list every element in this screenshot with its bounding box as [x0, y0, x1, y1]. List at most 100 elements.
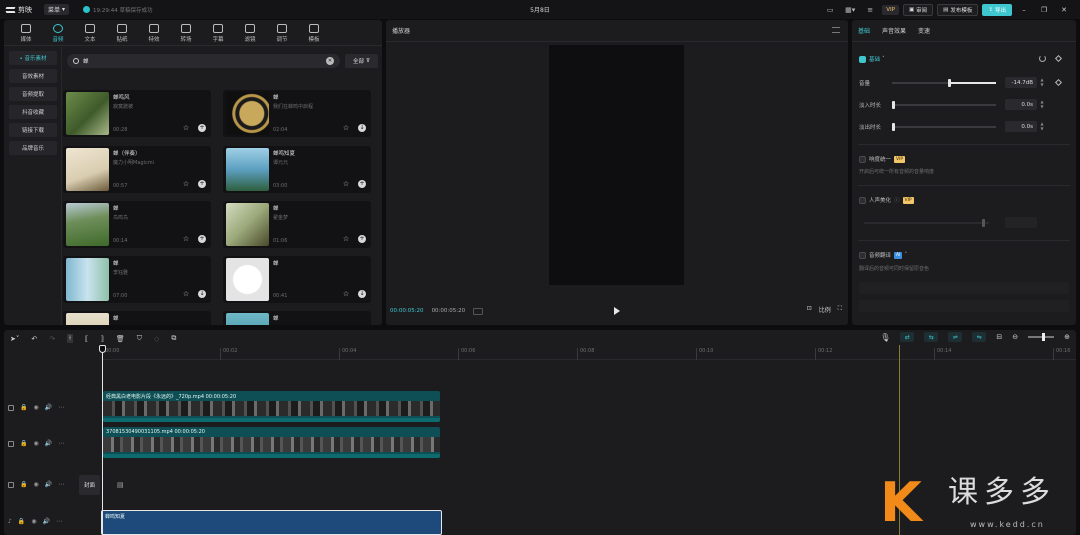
eye-icon[interactable]: ◉: [33, 481, 38, 488]
star-icon[interactable]: ☆: [342, 235, 350, 243]
playhead-handle[interactable]: [99, 345, 106, 353]
fullscreen-icon[interactable]: ⛶: [838, 305, 842, 314]
tab-sound-effect[interactable]: 声音效果: [882, 26, 906, 35]
star-icon[interactable]: ☆: [342, 180, 350, 188]
zoom-slider[interactable]: [1028, 333, 1055, 341]
basic-checkbox[interactable]: [859, 55, 866, 63]
tab-template[interactable]: 模板: [298, 20, 330, 46]
microphone-icon[interactable]: 🎙: [880, 333, 890, 342]
select-tool-icon[interactable]: ➤˅: [10, 335, 19, 343]
clear-icon[interactable]: ✕: [326, 57, 334, 65]
download-icon[interactable]: ↓: [358, 124, 366, 132]
safe-area-icon[interactable]: ⊡: [807, 305, 812, 314]
redo-icon[interactable]: ↷: [49, 335, 55, 343]
add-icon[interactable]: +: [358, 235, 366, 243]
loudness-checkbox[interactable]: [859, 155, 866, 163]
audio-translate-checkbox[interactable]: [859, 251, 866, 259]
basic-section-header[interactable]: 基础 ˅: [859, 55, 885, 63]
crop-icon[interactable]: ⧉: [171, 334, 176, 343]
star-icon[interactable]: ☆: [342, 124, 350, 132]
star-icon[interactable]: ☆: [342, 290, 350, 298]
split-right-icon[interactable]: ⟧: [100, 335, 103, 343]
subtitle-placeholder-icon[interactable]: ▤: [117, 481, 124, 489]
eye-icon[interactable]: ◉: [33, 404, 38, 411]
mute-icon[interactable]: 🔊: [45, 440, 52, 447]
side-item-sound-effects[interactable]: 音效素材: [9, 69, 57, 83]
mute-icon[interactable]: 🔊: [45, 481, 52, 488]
vocal-enhance-row[interactable]: 人声美化 ⓘ VIP: [859, 196, 914, 204]
lock-icon[interactable]: 🔒: [20, 481, 27, 488]
fade-in-slider-knob[interactable]: [892, 101, 895, 109]
music-card[interactable]: 蝉翟金梦 01:06 ☆ +: [223, 201, 371, 248]
zoom-in-icon[interactable]: ⊕: [1064, 333, 1070, 341]
tab-sticker[interactable]: 贴纸: [106, 20, 138, 46]
fade-out-slider-knob[interactable]: [892, 123, 895, 131]
more-icon[interactable]: ⋯: [58, 404, 64, 411]
tab-media[interactable]: 媒体: [10, 20, 42, 46]
music-card[interactable]: 蝉鸟鸣鸟 00:14 ☆ +: [63, 201, 211, 248]
tab-speed[interactable]: 变速: [918, 26, 930, 35]
download-icon[interactable]: ↓: [198, 290, 206, 298]
volume-slider[interactable]: [892, 79, 996, 87]
maximize-icon[interactable]: ❐: [1036, 6, 1052, 14]
lock-icon[interactable]: 🔒: [18, 518, 25, 525]
music-card[interactable]: 蝉我们在蝉鸣中启程 02:04 ☆ ↓: [223, 90, 371, 137]
vocal-enhance-checkbox[interactable]: [859, 196, 866, 204]
play-icon[interactable]: [614, 307, 620, 315]
volume-input[interactable]: -14.7dB: [1005, 77, 1037, 88]
preview-axis-icon[interactable]: ⇋: [972, 332, 987, 342]
video-clip[interactable]: 经典黑白老电影片段《永远的》_720p.mp4 00:00:05:20: [103, 391, 440, 422]
video-clip[interactable]: 3708153049003110​5.mp4 00:00:05:20: [103, 427, 440, 458]
star-icon[interactable]: ☆: [182, 235, 190, 243]
lock-icon[interactable]: 🔒: [20, 404, 27, 411]
split-left-icon[interactable]: ⟦: [85, 335, 88, 343]
track-select-icon[interactable]: [8, 481, 14, 488]
add-icon[interactable]: +: [198, 180, 206, 188]
fade-out-slider[interactable]: [892, 123, 996, 131]
layout-icon[interactable]: ▦▾: [842, 4, 858, 15]
more-icon[interactable]: ⋯: [58, 481, 64, 488]
tab-text[interactable]: 文本: [74, 20, 106, 46]
mute-icon[interactable]: 🔊: [43, 518, 50, 525]
more-icon[interactable]: ⋯: [56, 518, 62, 525]
tab-basic[interactable]: 基础: [858, 26, 870, 35]
playhead[interactable]: [102, 345, 103, 535]
vip-badge[interactable]: VIP: [882, 4, 899, 15]
shield-icon[interactable]: ⛉: [137, 334, 142, 343]
side-item-audio-extract[interactable]: 音频提取: [9, 87, 57, 101]
auto-snap-icon[interactable]: ⇆: [924, 332, 939, 342]
split-icon[interactable]: ⟊: [67, 334, 73, 343]
add-icon[interactable]: +: [198, 124, 206, 132]
eye-icon[interactable]: ◉: [31, 518, 36, 525]
video-preview[interactable]: [549, 45, 684, 285]
music-card[interactable]: 蝉: [63, 311, 211, 325]
star-icon[interactable]: ☆: [182, 124, 190, 132]
track-select-icon[interactable]: [8, 404, 14, 411]
lock-icon[interactable]: 🔒: [20, 440, 27, 447]
music-card[interactable]: 蝉李钰雅 07:00 ☆ ↓: [63, 256, 211, 303]
menu-button[interactable]: 菜单 ▾: [44, 4, 70, 15]
music-card[interactable]: 蝉 00:41 ☆ ↓: [223, 256, 371, 303]
fit-icon[interactable]: [473, 307, 484, 315]
cover-button[interactable]: 封面: [79, 475, 100, 495]
zoom-out-icon[interactable]: ⊖: [1012, 333, 1018, 341]
music-card[interactable]: 蝉鸣风 寂寞蹭被 00:28 ☆ +: [63, 90, 211, 137]
eye-icon[interactable]: ◉: [33, 440, 38, 447]
reset-icon[interactable]: [1039, 55, 1046, 62]
more-icon[interactable]: ⋯: [58, 440, 64, 447]
export-button[interactable]: ⇪ 导出: [982, 3, 1012, 16]
volume-stepper[interactable]: ▲ ▼: [1039, 77, 1045, 88]
freeze-icon[interactable]: ◇: [154, 335, 159, 343]
menu-icon[interactable]: [832, 27, 840, 33]
screen-icon[interactable]: ⊟: [996, 333, 1002, 341]
close-icon[interactable]: ✕: [1056, 6, 1072, 14]
delete-icon[interactable]: 🗑: [116, 335, 125, 343]
keyframe-icon[interactable]: [1054, 78, 1063, 87]
tab-adjust[interactable]: 调节: [266, 20, 298, 46]
minimize-icon[interactable]: –: [1016, 6, 1032, 14]
tab-transition[interactable]: 转场: [170, 20, 202, 46]
loudness-row[interactable]: 响度统一 VIP: [859, 155, 906, 163]
fade-out-stepper[interactable]: ▲ ▼: [1039, 121, 1045, 132]
side-item-music[interactable]: • 音乐素材: [9, 51, 57, 65]
music-card[interactable]: 蝉鸣知夏 谭元元 03:00 ☆ +: [223, 146, 371, 193]
